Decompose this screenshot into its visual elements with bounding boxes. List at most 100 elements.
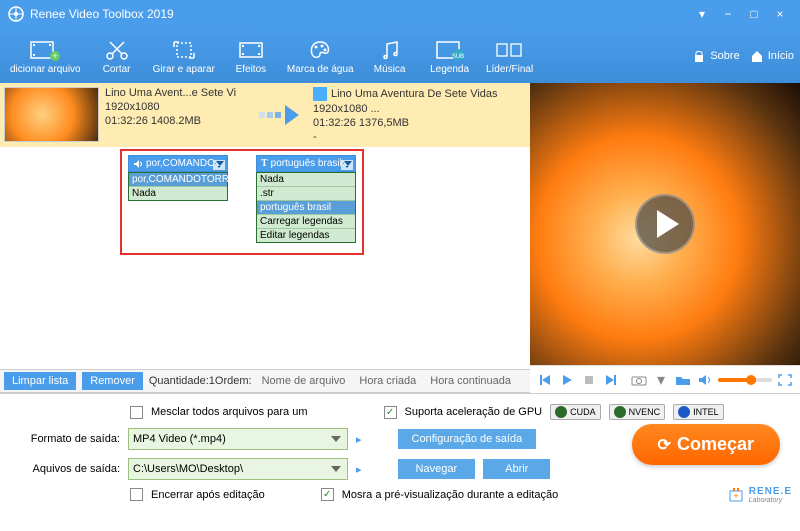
- menu-down-icon[interactable]: ▾: [690, 4, 714, 24]
- sort-by-continued[interactable]: Hora continuada: [426, 375, 515, 387]
- shutdown-label: Encerrar após editação: [151, 489, 265, 501]
- home-link[interactable]: Início: [750, 49, 794, 63]
- open-folder-button[interactable]: [674, 371, 692, 389]
- svg-text:+: +: [53, 51, 58, 61]
- close-button[interactable]: ×: [768, 4, 792, 24]
- minimize-button[interactable]: −: [716, 4, 740, 24]
- scissors-icon: [104, 36, 130, 64]
- convert-arrow-icon: [251, 87, 307, 143]
- list-footer: Limpar lista Remover Quantidade:1Ordem: …: [0, 369, 530, 393]
- source-name: Lino Uma Avent...e Sete Vi: [105, 87, 245, 99]
- open-button[interactable]: Abrir: [483, 459, 550, 479]
- output-name: Lino Uma Aventura De Sete Vidas: [313, 87, 498, 101]
- subtitle-button[interactable]: SUB Legenda: [420, 32, 480, 79]
- prev-button[interactable]: [536, 371, 554, 389]
- stop-button[interactable]: [580, 371, 598, 389]
- watermark-button[interactable]: Marca de água: [281, 32, 360, 79]
- outpath-label: Aquivos de saída:: [10, 463, 120, 475]
- start-button[interactable]: ⟳ Começar: [632, 424, 780, 465]
- shutdown-checkbox[interactable]: [130, 488, 143, 501]
- about-link[interactable]: Sobre: [692, 49, 739, 63]
- audio-option[interactable]: por,COMANDOTORRE: [129, 173, 227, 187]
- output-config-button[interactable]: Configuração de saída: [398, 429, 537, 449]
- home-icon: [750, 49, 764, 63]
- source-resolution: 1920x1080: [105, 101, 245, 113]
- subtitle-option[interactable]: português brasil: [257, 201, 355, 215]
- clear-list-button[interactable]: Limpar lista: [4, 372, 76, 390]
- preview-controls: ▾: [530, 365, 800, 393]
- output-extra: -: [313, 131, 498, 143]
- app-logo-icon: [8, 6, 24, 22]
- outpath-select[interactable]: C:\Users\MO\Desktop\: [128, 458, 348, 480]
- merge-checkbox[interactable]: [130, 406, 143, 419]
- audio-track-dropdown[interactable]: por,COMANDO por,COMANDOTORRE Nada: [128, 155, 228, 243]
- sort-by-created[interactable]: Hora criada: [355, 375, 420, 387]
- gpu-label: Suporta aceleração de GPU: [405, 406, 543, 418]
- content-area: Lino Uma Avent...e Sete Vi 1920x1080 01:…: [0, 83, 800, 393]
- rotate-crop-button[interactable]: Girar e aparar: [147, 32, 221, 79]
- subtitle-option[interactable]: Editar legendas: [257, 229, 355, 242]
- subtitle-option[interactable]: .str: [257, 187, 355, 201]
- output-options: Mesclar todos arquivos para um ✓ Suporta…: [0, 393, 800, 508]
- leader-button[interactable]: Líder/Final: [480, 32, 540, 79]
- refresh-icon: ⟳: [658, 435, 671, 455]
- maximize-button[interactable]: □: [742, 4, 766, 24]
- file-item[interactable]: Lino Uma Avent...e Sete Vi 1920x1080 01:…: [0, 83, 530, 147]
- preview-checkbox[interactable]: ✓: [321, 488, 334, 501]
- effects-button[interactable]: Efeitos: [221, 32, 281, 79]
- subtitle-track-dropdown[interactable]: Tportuguês brasil Nada .str português br…: [256, 155, 356, 243]
- subtitle-option[interactable]: Nada: [257, 173, 355, 187]
- svg-text:SUB: SUB: [451, 54, 463, 60]
- crop-rotate-icon: [171, 36, 197, 64]
- nvenc-badge: NVENC: [609, 404, 666, 420]
- lock-icon: [692, 49, 706, 63]
- preview-pane: ▾: [530, 83, 800, 393]
- preview-label: Mosra a pré-visualização durante a edita…: [342, 489, 558, 501]
- subtitle-option[interactable]: Carregar legendas: [257, 215, 355, 229]
- brand-icon: +: [728, 486, 746, 504]
- preview-video: [530, 83, 800, 365]
- edit-icon[interactable]: [313, 87, 327, 101]
- fullscreen-button[interactable]: [776, 371, 794, 389]
- sort-by-name[interactable]: Nome de arquivo: [258, 375, 350, 387]
- text-icon: T: [261, 158, 268, 169]
- merge-label: Mesclar todos arquivos para um: [151, 406, 308, 418]
- palette-icon: [307, 36, 333, 64]
- source-duration: 01:32:26 1408.2MB: [105, 115, 245, 127]
- filmstrip-icon: [238, 36, 264, 64]
- music-note-icon: [377, 36, 403, 64]
- highlighted-dropdowns: por,COMANDO por,COMANDOTORRE Nada Tportu…: [120, 149, 364, 255]
- app-title: Renee Video Toolbox 2019: [30, 7, 174, 21]
- output-duration: 01:32:26 1376,5MB: [313, 117, 498, 129]
- remove-button[interactable]: Remover: [82, 372, 143, 390]
- svg-text:+: +: [733, 491, 738, 501]
- file-list-pane: Lino Uma Avent...e Sete Vi 1920x1080 01:…: [0, 83, 530, 393]
- cut-button[interactable]: Cortar: [87, 32, 147, 79]
- format-select[interactable]: MP4 Video (*.mp4): [128, 428, 348, 450]
- format-more-icon[interactable]: ▸: [356, 433, 362, 446]
- next-button[interactable]: [602, 371, 620, 389]
- volume-slider[interactable]: [718, 378, 772, 382]
- browse-button[interactable]: Navegar: [398, 459, 476, 479]
- play-overlay-button[interactable]: [635, 194, 695, 254]
- output-resolution: 1920x1080 ...: [313, 103, 498, 115]
- music-button[interactable]: Música: [360, 32, 420, 79]
- quantity-label: Quantidade:1Ordem:: [149, 375, 252, 387]
- audio-icon: [133, 159, 143, 169]
- format-label: Formato de saída:: [10, 433, 120, 445]
- play-button[interactable]: [558, 371, 576, 389]
- filmstrip-ends-icon: [495, 36, 525, 64]
- add-file-button[interactable]: + dicionar arquivo: [4, 32, 87, 79]
- cuda-badge: CUDA: [550, 404, 601, 420]
- snapshot-button[interactable]: [630, 371, 648, 389]
- audio-option[interactable]: Nada: [129, 187, 227, 200]
- outpath-more-icon[interactable]: ▸: [356, 463, 362, 476]
- title-bar: Renee Video Toolbox 2019 ▾ − □ ×: [0, 0, 800, 28]
- volume-icon[interactable]: [696, 371, 714, 389]
- brand-logo: + RENE.ELaboratory: [728, 486, 792, 504]
- subtitle-icon: SUB: [435, 36, 465, 64]
- main-toolbar: + dicionar arquivo Cortar Girar e aparar…: [0, 28, 800, 83]
- gpu-checkbox[interactable]: ✓: [384, 406, 397, 419]
- thumbnail: [4, 87, 99, 142]
- filmstrip-plus-icon: +: [30, 36, 60, 64]
